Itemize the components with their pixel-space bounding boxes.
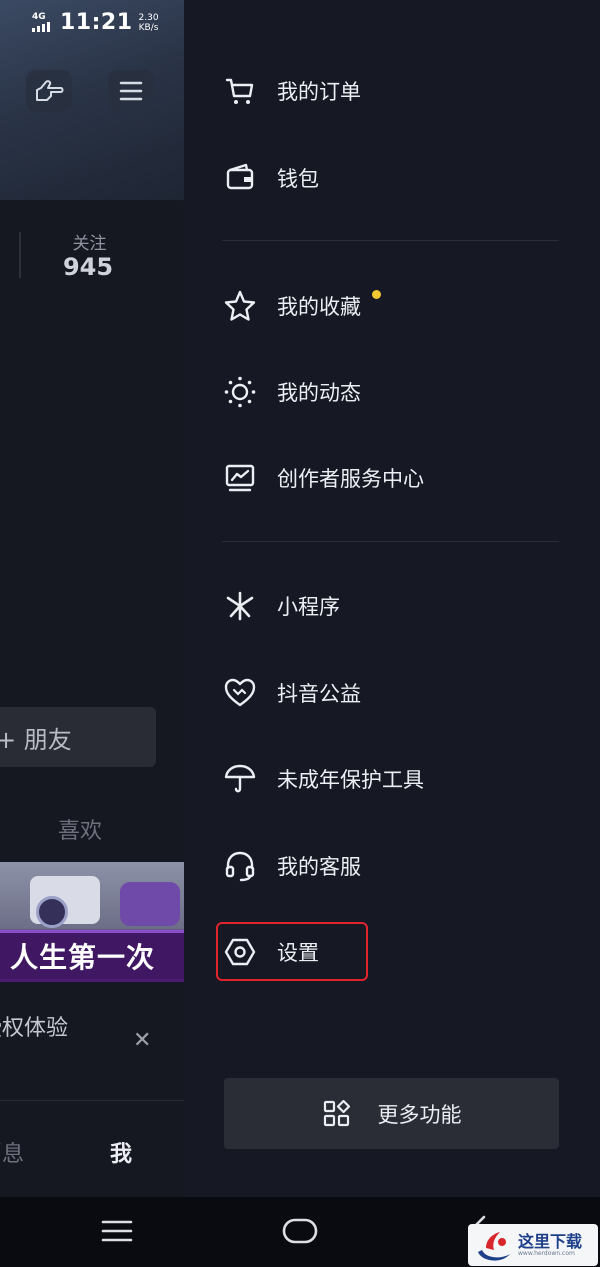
- home-icon[interactable]: [282, 1217, 318, 1245]
- menu-item-my-activity[interactable]: 我的动态: [222, 367, 361, 417]
- following-label: 关注: [72, 234, 107, 254]
- menu-item-creator-center[interactable]: 创作者服务中心: [222, 453, 424, 503]
- menu-item-minor-protection[interactable]: 未成年保护工具: [222, 754, 424, 804]
- video-banner-text: 人生第一次: [10, 941, 156, 974]
- nav-me[interactable]: 我: [110, 1136, 132, 1168]
- menu-item-label: 我的订单: [277, 80, 361, 104]
- stats-divider: [19, 232, 21, 278]
- thumbnail-graphic: [36, 896, 68, 928]
- menu-item-label: 未成年保护工具: [277, 768, 424, 792]
- profile-page-background: 关注 945 + 朋友 喜欢 人生第一次 授权体验 ✕ 消息 我: [0, 0, 184, 1197]
- video-banner: 人生第一次: [0, 930, 184, 979]
- umbrella-icon: [222, 761, 258, 797]
- menu-item-label: 小程序: [277, 595, 340, 619]
- menu-item-label: 创作者服务中心: [277, 467, 424, 491]
- following-count[interactable]: 945: [55, 253, 121, 281]
- add-friend-label: + 朋友: [0, 725, 72, 754]
- nav-messages[interactable]: 消息: [0, 1136, 24, 1168]
- menu-item-mini-programs[interactable]: 小程序: [222, 581, 340, 631]
- close-icon[interactable]: ✕: [133, 1028, 151, 1053]
- menu-item-customer-service[interactable]: 我的客服: [222, 841, 361, 891]
- recent-apps-icon[interactable]: [101, 1219, 133, 1243]
- site-watermark: 这里下载 www.herdown.com: [468, 1224, 598, 1266]
- menu-item-label: 钱包: [277, 167, 319, 191]
- menu-item-label: 抖音公益: [277, 682, 361, 706]
- menu-item-favorites[interactable]: 我的收藏: [222, 281, 361, 331]
- menu-hamburger-icon[interactable]: [108, 70, 154, 112]
- menu-item-label: 我的客服: [277, 855, 361, 879]
- signal-indicator: 4G: [32, 13, 54, 32]
- speed-unit: KB/s: [138, 22, 159, 33]
- profile-card: [0, 200, 184, 1197]
- menu-item-label: 我的动态: [277, 381, 361, 405]
- cart-icon: [222, 73, 258, 109]
- video-thumbnail[interactable]: 人生第一次: [0, 862, 184, 982]
- menu-item-douyin-charity[interactable]: 抖音公益: [222, 668, 361, 718]
- headset-icon: [222, 848, 258, 884]
- star-icon: [222, 288, 258, 324]
- charity-heart-icon: [222, 675, 258, 711]
- network-speed: 2.30 KB/s: [139, 13, 159, 33]
- more-features-label: 更多功能: [377, 1102, 462, 1127]
- wallet-icon: [222, 160, 258, 196]
- grid-apps-icon: [323, 1099, 350, 1126]
- network-type: 4G: [32, 12, 46, 22]
- menu-item-label: 我的收藏: [277, 295, 361, 319]
- menu-item-wallet[interactable]: 钱包: [222, 153, 319, 203]
- mini-program-icon: [222, 588, 258, 624]
- tab-likes[interactable]: 喜欢: [58, 813, 102, 845]
- watermark-url: www.herdown.com: [518, 1249, 575, 1257]
- more-features-button[interactable]: 更多功能: [224, 1078, 559, 1149]
- promo-text[interactable]: 授权体验: [0, 1010, 68, 1042]
- watermark-logo: [478, 1232, 510, 1261]
- thumbnail-graphic: [120, 882, 180, 926]
- hand-pointer-icon[interactable]: [26, 70, 72, 112]
- speed-value: 2.30: [138, 12, 159, 23]
- notification-dot: [372, 290, 381, 299]
- chart-monitor-icon: [222, 460, 258, 496]
- add-friend-button[interactable]: + 朋友: [0, 707, 156, 767]
- menu-divider: [222, 240, 559, 241]
- settings-highlight-box: [216, 922, 368, 981]
- bottom-nav-divider: [0, 1100, 184, 1101]
- sun-icon: [222, 374, 258, 410]
- menu-divider: [222, 541, 559, 542]
- menu-item-my-orders[interactable]: 我的订单: [222, 66, 361, 116]
- watermark-text: 这里下载: [518, 1231, 583, 1251]
- signal-icon: [32, 22, 50, 32]
- clock: 11:21: [60, 10, 133, 35]
